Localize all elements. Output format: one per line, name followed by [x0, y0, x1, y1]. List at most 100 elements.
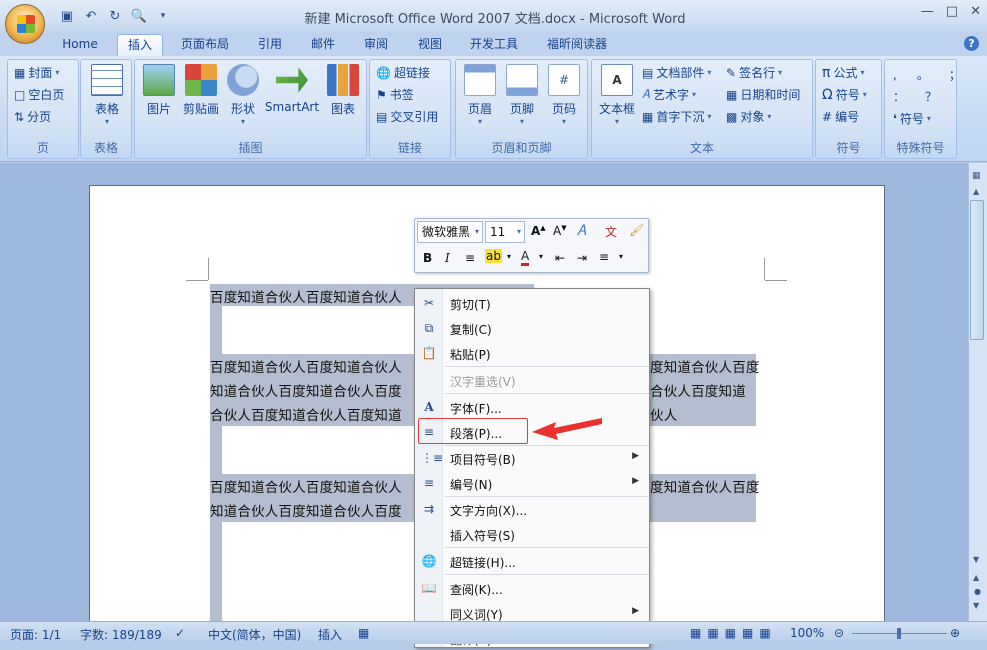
- decrease-indent-icon[interactable]: ⇤: [555, 251, 565, 265]
- special-char[interactable]: ；: [949, 66, 961, 83]
- special-symbol-button[interactable]: ❛ 符号 ▾: [893, 110, 931, 127]
- clipart-button[interactable]: 剪贴画: [179, 64, 223, 117]
- highlight-dropdown-icon[interactable]: ▾: [507, 252, 511, 261]
- bullets-dropdown-icon[interactable]: ▾: [619, 252, 623, 261]
- textbox-button[interactable]: A 文本框 ▾: [596, 64, 638, 126]
- mini-toolbar: 微软雅黑 ▾ 11 ▾ A▲ A▼ 𝐴 文 🖌 B I ≡ ab ▾ A ▾ ⇤ ⇥…: [414, 218, 649, 273]
- quick-parts-button[interactable]: ▤ 文档部件 ▾: [642, 64, 711, 81]
- smartart-button[interactable]: SmartArt: [263, 64, 321, 114]
- menu-item-text-direction[interactable]: ⇉ 文字方向(X)...: [415, 497, 649, 521]
- word-count[interactable]: 字数: 189/189: [80, 626, 162, 643]
- shapes-button[interactable]: 形状 ▾: [225, 64, 261, 126]
- date-time-button[interactable]: ▦ 日期和时间: [726, 86, 800, 103]
- zoom-level[interactable]: 100%: [790, 626, 824, 640]
- maximize-icon[interactable]: □: [946, 4, 958, 19]
- header-button[interactable]: 页眉 ▾: [460, 64, 500, 126]
- chart-button[interactable]: 图表: [325, 64, 361, 117]
- hyperlink-button[interactable]: 🌐 超链接: [376, 64, 430, 81]
- tab-developer[interactable]: 开发工具: [461, 34, 527, 56]
- bookmark-button[interactable]: ⚑ 书签: [376, 86, 414, 103]
- wordart-button[interactable]: 𝐴 艺术字 ▾: [642, 86, 696, 103]
- equation-button[interactable]: π 公式 ▾: [822, 64, 864, 81]
- cross-reference-button[interactable]: ▤ 交叉引用: [376, 108, 438, 125]
- special-char[interactable]: ？: [925, 88, 937, 105]
- zoom-out-icon[interactable]: ⊝: [834, 626, 844, 640]
- view-buttons[interactable]: ▦▦▦▦▦: [690, 626, 777, 640]
- format-painter-icon[interactable]: 🖌: [629, 223, 644, 237]
- page-number-button[interactable]: # 页码 ▾: [544, 64, 584, 126]
- tab-page-layout[interactable]: 页面布局: [172, 34, 238, 56]
- tab-insert[interactable]: 插入: [117, 34, 163, 56]
- scroll-up-icon[interactable]: ▲: [973, 187, 979, 196]
- minimize-icon[interactable]: —: [921, 4, 934, 19]
- tab-mailings[interactable]: 邮件: [301, 34, 345, 56]
- phonetic-guide-icon[interactable]: 文: [605, 223, 617, 240]
- menu-item-bullets[interactable]: ⋮≡ 项目符号(B) ▶: [415, 446, 649, 470]
- menu-item-cut[interactable]: ✂ 剪切(T): [415, 291, 649, 315]
- help-icon[interactable]: ?: [964, 36, 979, 51]
- macro-icon[interactable]: ▦: [358, 626, 369, 640]
- zoom-in-icon[interactable]: ⊕: [950, 626, 960, 640]
- menu-item-paste[interactable]: 📋 粘贴(P): [415, 341, 649, 365]
- language[interactable]: 中文(简体，中国): [208, 626, 301, 643]
- bold-button[interactable]: B: [423, 251, 432, 265]
- menu-item-hyperlink[interactable]: 🌐 超链接(H)...: [415, 549, 649, 573]
- increase-indent-icon[interactable]: ⇥: [577, 251, 587, 265]
- signature-line-button[interactable]: ✎ 签名行 ▾: [726, 64, 782, 81]
- special-char[interactable]: ,: [893, 68, 897, 82]
- blank-page-button[interactable]: □ 空白页: [14, 86, 64, 103]
- proofing-icon[interactable]: ✓: [175, 626, 185, 640]
- tab-references[interactable]: 引用: [248, 34, 292, 56]
- italic-button[interactable]: I: [445, 251, 450, 265]
- next-page-icon[interactable]: ▼: [973, 601, 979, 610]
- prev-page-icon[interactable]: ▲: [973, 573, 979, 582]
- save-icon[interactable]: ▣: [58, 7, 76, 25]
- font-size-box[interactable]: 11 ▾: [485, 221, 525, 243]
- picture-button[interactable]: 图片: [139, 64, 179, 117]
- undo-icon[interactable]: ↶: [82, 7, 100, 25]
- special-char[interactable]: 。: [917, 66, 929, 83]
- shrink-font-button[interactable]: A▼: [553, 224, 567, 238]
- tab-view[interactable]: 视图: [408, 34, 452, 56]
- scroll-down-icon[interactable]: ▼: [973, 555, 979, 564]
- footer-button[interactable]: 页脚 ▾: [502, 64, 542, 126]
- browse-object-icon[interactable]: ●: [974, 587, 981, 596]
- insert-mode[interactable]: 插入: [318, 626, 342, 643]
- menu-separator: [445, 574, 649, 575]
- cover-page-button[interactable]: ▦ 封面 ▾: [14, 64, 59, 81]
- tab-foxit[interactable]: 福昕阅读器: [538, 34, 616, 56]
- font-color-button[interactable]: A: [521, 249, 530, 266]
- page-count[interactable]: 页面: 1/1: [10, 626, 61, 643]
- object-button[interactable]: ▩ 对象 ▾: [726, 108, 771, 125]
- menu-item-copy[interactable]: ⧉ 复制(C): [415, 316, 649, 340]
- font-color-dropdown-icon[interactable]: ▾: [539, 252, 543, 261]
- grow-font-button[interactable]: A▲: [531, 224, 546, 238]
- center-align-icon[interactable]: ≡: [465, 251, 475, 265]
- numbering-button[interactable]: # 编号: [822, 108, 859, 125]
- zoom-slider-thumb[interactable]: [897, 628, 901, 639]
- symbol-button[interactable]: Ω 符号 ▾: [822, 86, 867, 103]
- font-name-box[interactable]: 微软雅黑 ▾: [417, 221, 483, 243]
- dropcap-button[interactable]: ▦ 首字下沉 ▾: [642, 108, 711, 125]
- ruler-toggle-icon[interactable]: ▦: [972, 171, 981, 181]
- office-button[interactable]: [5, 4, 45, 44]
- menu-item-insert-symbol[interactable]: 插入符号(S): [415, 522, 649, 546]
- special-chars-row2: ： ？: [893, 88, 937, 105]
- annotation-arrow: [532, 418, 602, 440]
- page-break-button[interactable]: ⇅ 分页: [14, 108, 51, 125]
- customize-qat-icon[interactable]: ▾: [154, 7, 172, 25]
- special-char[interactable]: ：: [893, 88, 905, 105]
- tab-review[interactable]: 审阅: [354, 34, 398, 56]
- close-icon[interactable]: ✕: [970, 4, 981, 19]
- print-preview-icon[interactable]: 🔍: [130, 7, 148, 25]
- menu-item-research[interactable]: 📖 查阅(K)...: [415, 576, 649, 600]
- tab-home[interactable]: Home: [55, 34, 105, 56]
- group-symbols: π 公式 ▾ Ω 符号 ▾ # 编号 符号: [815, 59, 882, 159]
- menu-item-numbering[interactable]: ≡ 编号(N) ▶: [415, 471, 649, 495]
- bullets-icon[interactable]: ≡: [599, 250, 609, 264]
- scrollbar-thumb[interactable]: [970, 200, 984, 340]
- redo-icon[interactable]: ↻: [106, 7, 124, 25]
- style-icon[interactable]: 𝐴: [577, 223, 586, 239]
- highlight-icon[interactable]: ab: [485, 249, 502, 263]
- table-button[interactable]: 表格 ▾: [89, 64, 125, 126]
